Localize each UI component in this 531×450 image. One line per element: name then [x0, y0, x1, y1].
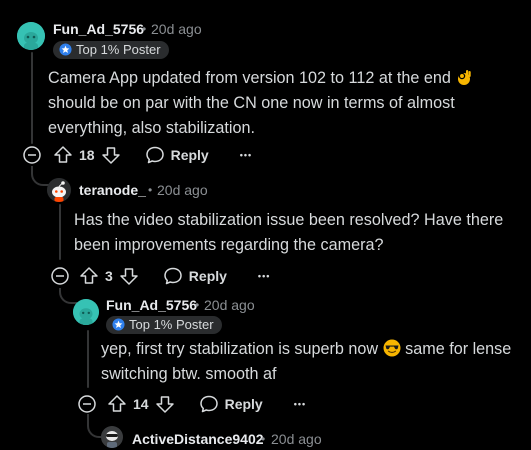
collapse-icon[interactable] [23, 146, 41, 164]
comment-body: Has the video stabilization issue been r… [74, 211, 504, 254]
ok-hand-emoji-icon [458, 70, 472, 85]
avatar[interactable] [17, 22, 45, 50]
thread-curve-reply-1 [31, 166, 49, 186]
comment-actions: 14 Reply ••• [107, 392, 306, 416]
comment-actions: 3 Reply ••• [79, 264, 270, 288]
snoo-avatar-icon [73, 299, 99, 325]
flair-label: Top 1% Poster [76, 42, 161, 57]
reply-icon[interactable] [145, 145, 165, 165]
upvote-icon[interactable] [107, 394, 127, 414]
comment-age: 20d ago [271, 431, 322, 447]
username[interactable]: ActiveDistance9402 [132, 431, 264, 447]
snoo-avatar-icon [101, 426, 123, 448]
vote-count: 3 [105, 268, 113, 284]
reply-button[interactable]: Reply [225, 396, 263, 412]
comment-text: Camera App updated from version 102 to 1… [48, 69, 451, 87]
separator-dot: • [195, 298, 200, 312]
comment-body: yep, first try stabilization is superb n… [101, 337, 521, 387]
collapse-icon[interactable] [78, 395, 96, 413]
username[interactable]: teranode_ [79, 182, 146, 198]
downvote-icon[interactable] [101, 145, 121, 165]
comment-age: 20d ago [157, 182, 208, 198]
flair-badge: Top 1% Poster [53, 41, 169, 59]
comment-body: Camera App updated from version 102 to 1… [48, 66, 518, 141]
flair-star-icon [59, 43, 72, 56]
snoo-avatar-icon [17, 22, 45, 50]
comment-text-continued: should be on par with the CN one now in … [48, 94, 455, 137]
avatar[interactable] [47, 178, 71, 202]
reply-icon[interactable] [199, 394, 219, 414]
more-options-button[interactable]: ••• [240, 150, 252, 160]
collapse-icon[interactable] [51, 267, 69, 285]
comment-text: yep, first try stabilization is superb n… [101, 340, 379, 358]
reply-button[interactable]: Reply [189, 268, 227, 284]
username[interactable]: Fun_Ad_5756 [53, 21, 144, 37]
separator-dot: • [148, 183, 153, 197]
avatar[interactable] [101, 426, 123, 448]
downvote-icon[interactable] [155, 394, 175, 414]
reply-button[interactable]: Reply [171, 147, 209, 163]
flair-badge: Top 1% Poster [106, 316, 222, 334]
flair-star-icon [112, 318, 125, 331]
thread-line-reply-2 [87, 330, 89, 388]
vote-count: 18 [79, 147, 95, 163]
upvote-icon[interactable] [79, 266, 99, 286]
comment-actions: 18 Reply ••• [53, 143, 252, 167]
thread-line-reply-1 [59, 204, 61, 260]
vote-count: 14 [133, 396, 149, 412]
reply-icon[interactable] [163, 266, 183, 286]
thread-line-root [31, 52, 33, 144]
flair-label: Top 1% Poster [129, 317, 214, 332]
thread-curve-reply-2 [59, 288, 77, 304]
separator-dot: • [261, 432, 266, 446]
snoo-avatar-icon [47, 178, 71, 202]
comment-age: 20d ago [204, 297, 255, 313]
more-options-button[interactable]: ••• [258, 271, 270, 281]
username[interactable]: Fun_Ad_5756 [106, 297, 197, 313]
separator-dot: • [142, 22, 147, 36]
comment-age: 20d ago [151, 21, 202, 37]
downvote-icon[interactable] [119, 266, 139, 286]
avatar[interactable] [73, 299, 99, 325]
more-options-button[interactable]: ••• [294, 399, 306, 409]
sunglasses-emoji-icon [383, 339, 401, 357]
upvote-icon[interactable] [53, 145, 73, 165]
